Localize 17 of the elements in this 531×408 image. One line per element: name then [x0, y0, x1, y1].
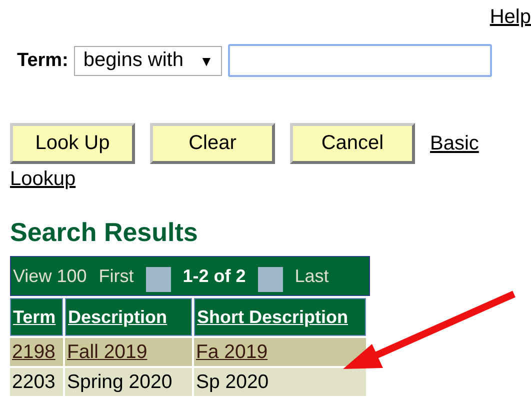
- view-all-link[interactable]: View 100: [13, 266, 87, 287]
- column-header[interactable]: Description: [65, 298, 192, 336]
- column-header[interactable]: Short Description: [194, 298, 366, 336]
- result-range: 1-2 of 2: [182, 266, 246, 287]
- action-button[interactable]: Look Up: [10, 123, 135, 164]
- column-header[interactable]: Term: [10, 298, 63, 336]
- search-results-heading: Search Results: [10, 216, 199, 248]
- term-input-field[interactable]: [228, 44, 492, 77]
- help-link[interactable]: Help: [490, 6, 531, 30]
- basic-lookup-link[interactable]: Basic: [430, 132, 479, 155]
- action-button[interactable]: Cancel: [290, 123, 415, 164]
- first-link[interactable]: First: [98, 266, 134, 287]
- operator-dropdown[interactable]: begins with ▼: [74, 46, 222, 76]
- basic-lookup-link[interactable]: Lookup: [10, 168, 76, 190]
- term-label: Term:: [17, 50, 68, 72]
- last-link[interactable]: Last: [294, 266, 329, 287]
- action-button[interactable]: Clear: [150, 123, 275, 164]
